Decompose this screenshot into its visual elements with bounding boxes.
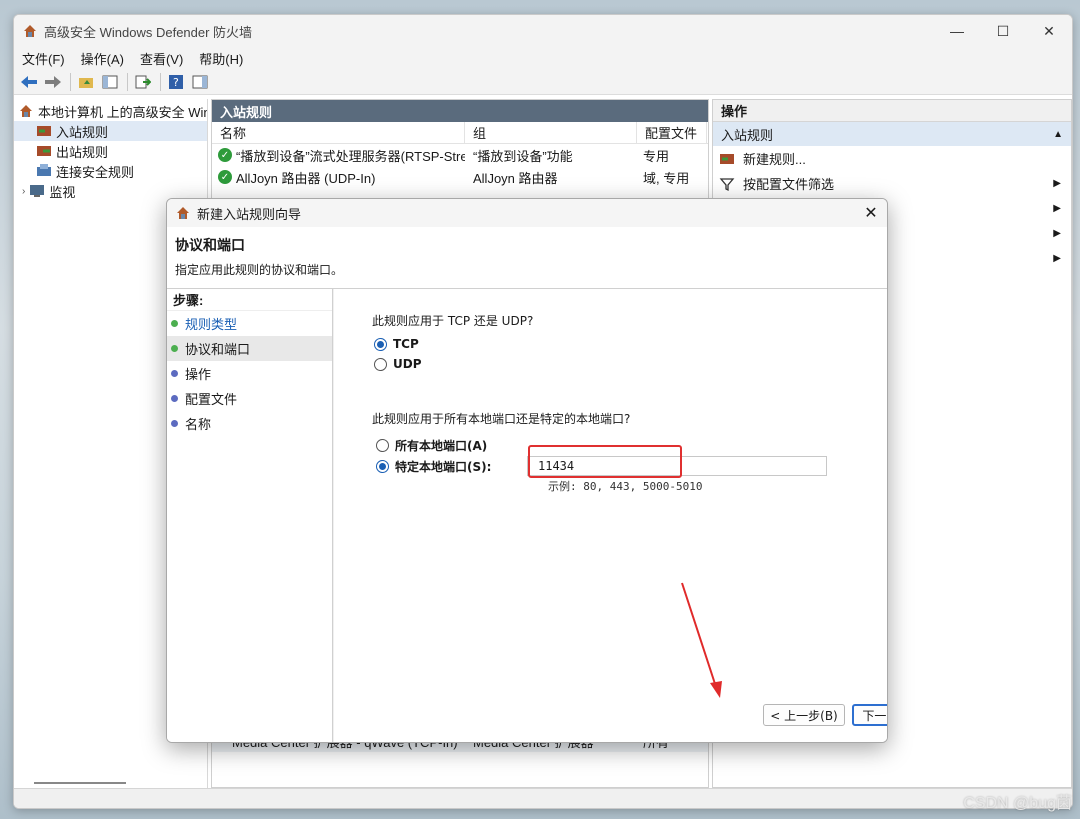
menu-action[interactable]: 操作(A) [81, 49, 124, 68]
forward-arrow-icon[interactable] [42, 71, 64, 93]
next-button[interactable]: 下一页(N) > [852, 704, 887, 726]
steps-header: 步骤: [167, 289, 332, 311]
firewall-icon [177, 207, 189, 219]
step-profile: 配置文件 [167, 386, 332, 411]
dialog-subheading: 指定应用此规则的协议和端口。 [175, 263, 344, 277]
step-name: 名称 [167, 411, 332, 436]
back-arrow-icon[interactable] [18, 71, 40, 93]
dialog-close-icon[interactable]: ✕ [855, 199, 887, 227]
tree-root[interactable]: 本地计算机 上的高级安全 Wind [14, 101, 207, 121]
wizard-steps: 步骤: 规则类型 协议和端口 操作 配置文件 名称 [167, 289, 333, 742]
filter-icon [719, 177, 735, 191]
dialog-body: 步骤: 规则类型 协议和端口 操作 配置文件 名称 此规则应用于 TCP 还是 … [167, 289, 887, 742]
close-window-button[interactable]: ✕ [1026, 15, 1072, 47]
show-hide-tree-icon[interactable] [99, 71, 121, 93]
submenu-arrow-icon: ▶ [1053, 178, 1061, 189]
rules-column-headers: 名称 组 配置文件 [212, 122, 708, 144]
column-group[interactable]: 组 [465, 122, 637, 143]
step-pending-dot [171, 420, 178, 427]
step-rule-type[interactable]: 规则类型 [167, 311, 332, 336]
inbound-rules-icon [37, 126, 51, 136]
dialog-title: 新建入站规则向导 [197, 206, 302, 222]
window-title: 高级安全 Windows Defender 防火墙 [44, 24, 253, 40]
protocol-question: 此规则应用于 TCP 还是 UDP? [372, 314, 534, 328]
firewall-icon [20, 105, 32, 117]
menu-help[interactable]: 帮助(H) [199, 49, 243, 68]
step-done-dot [171, 320, 178, 327]
step-current-dot [171, 345, 178, 352]
toolbar: ? [14, 69, 1072, 95]
action-new-rule[interactable]: 新建规则... [713, 146, 1071, 171]
tcp-radio[interactable]: TCP [374, 337, 419, 351]
column-name[interactable]: 名称 [212, 122, 465, 143]
back-button[interactable]: < 上一步(B) [763, 704, 845, 726]
udp-radio[interactable]: UDP [374, 357, 422, 371]
new-rule-icon [720, 153, 734, 164]
radio-selected-icon [376, 460, 389, 473]
all-ports-radio[interactable]: 所有本地端口(A) [376, 437, 487, 454]
tree-item-outbound-rules[interactable]: 出站规则 [14, 141, 207, 161]
connection-security-icon [37, 164, 51, 176]
enabled-check-icon: ✓ [218, 148, 232, 162]
export-list-icon[interactable] [132, 71, 154, 93]
actions-section-inbound[interactable]: 入站规则 ▲ [713, 122, 1071, 146]
minimize-button[interactable]: — [934, 15, 980, 47]
submenu-arrow-icon: ▶ [1053, 228, 1061, 239]
wizard-main: 此规则应用于 TCP 还是 UDP? TCP UDP 此规则应用于所有本地端口还… [334, 289, 887, 742]
svg-text:?: ? [173, 76, 179, 89]
step-pending-dot [171, 395, 178, 402]
ports-question: 此规则应用于所有本地端口还是特定的本地端口? [372, 412, 631, 426]
status-bar [14, 788, 1072, 808]
radio-empty-icon [374, 357, 387, 371]
radio-empty-icon [376, 439, 389, 452]
submenu-arrow-icon: ▶ [1053, 253, 1061, 264]
watermark: CSDN @bug菌 [963, 795, 1072, 812]
tree-item-inbound-rules[interactable]: 入站规则 [14, 121, 207, 141]
menu-view[interactable]: 查看(V) [140, 49, 183, 68]
dialog-heading: 协议和端口 [175, 237, 245, 253]
step-action: 操作 [167, 361, 332, 386]
horizontal-scrollbar[interactable] [34, 782, 126, 784]
submenu-arrow-icon: ▶ [1053, 203, 1061, 214]
collapse-triangle-icon[interactable]: ▲ [1053, 129, 1063, 140]
help-icon[interactable]: ? [165, 71, 187, 93]
radio-selected-icon [374, 337, 387, 351]
enabled-check-icon: ✓ [218, 170, 232, 184]
maximize-button[interactable]: ☐ [980, 15, 1026, 47]
step-protocol-ports: 协议和端口 [167, 336, 332, 361]
outbound-rules-icon [37, 146, 51, 156]
title-bar: 高级安全 Windows Defender 防火墙 — ☐ ✕ [14, 15, 1072, 47]
specific-ports-radio[interactable]: 特定本地端口(S): [376, 458, 491, 475]
new-inbound-rule-wizard: 新建入站规则向导 ✕ 协议和端口 指定应用此规则的协议和端口。 步骤: 规则类型… [166, 198, 888, 743]
rules-pane-header: 入站规则 [212, 100, 708, 122]
monitoring-icon [30, 185, 45, 197]
firewall-icon [24, 25, 36, 37]
up-folder-icon[interactable] [75, 71, 97, 93]
expand-chevron-icon[interactable]: › [22, 186, 25, 197]
action-pane-icon[interactable] [189, 71, 211, 93]
dialog-title-bar: 新建入站规则向导 ✕ [167, 199, 887, 227]
table-row[interactable]: ✓ “播放到设备”流式处理服务器(RTSP-Stre... “播放到设备”功能 专… [212, 144, 708, 166]
column-profile[interactable]: 配置文件 [637, 122, 707, 143]
table-row[interactable]: ✓ AllJoyn 路由器 (UDP-In) AllJoyn 路由器 域, 专用 [212, 166, 708, 188]
actions-header: 操作 [713, 100, 1071, 122]
action-filter-by-profile[interactable]: 按配置文件筛选 ▶ [713, 171, 1071, 196]
highlight-box [528, 445, 682, 478]
dialog-header: 协议和端口 指定应用此规则的协议和端口。 [167, 227, 887, 289]
step-pending-dot [171, 370, 178, 377]
menu-bar: 文件(F) 操作(A) 查看(V) 帮助(H) [14, 47, 1072, 69]
port-example-text: 示例: 80, 443, 5000-5010 [548, 480, 703, 493]
menu-file[interactable]: 文件(F) [22, 49, 65, 68]
tree-item-connection-security[interactable]: 连接安全规则 [14, 161, 207, 181]
